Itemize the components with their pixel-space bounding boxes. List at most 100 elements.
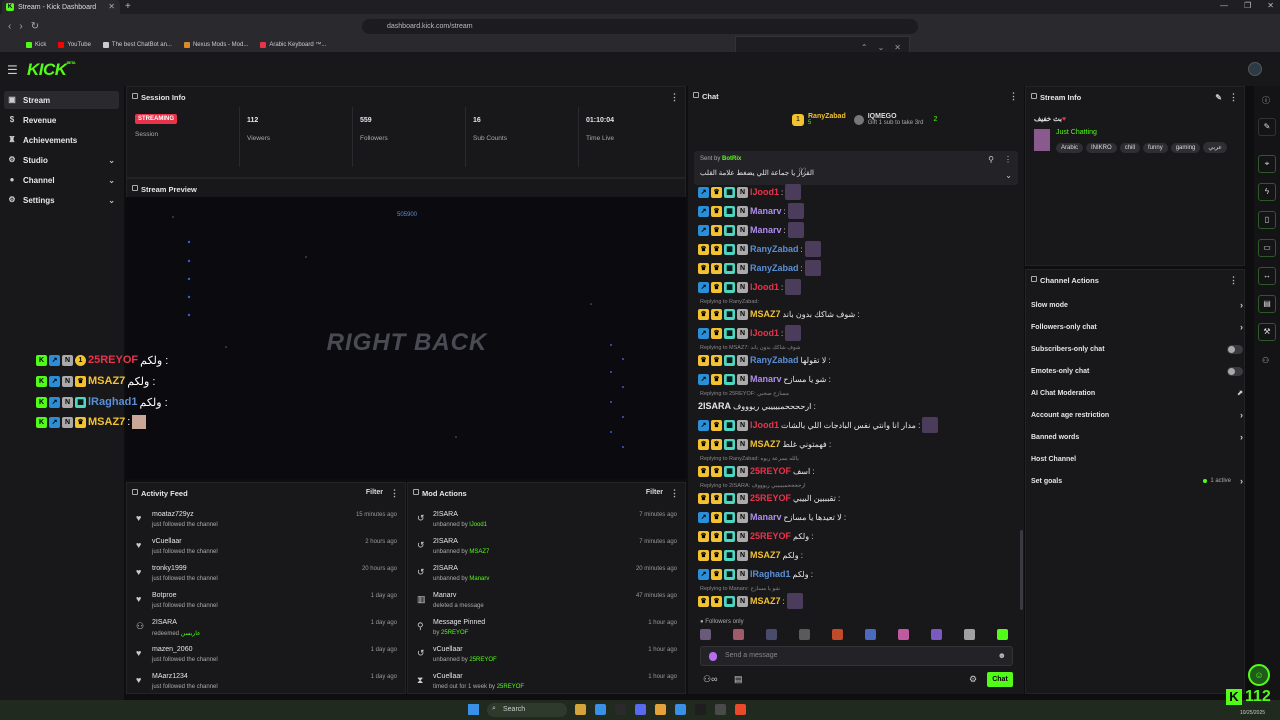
channel-action-ai-chat-moderation[interactable]: AI Chat Moderation ⬈ <box>1031 384 1243 402</box>
channel-action-emotes-only-chat[interactable]: Emotes-only chat <box>1031 362 1243 380</box>
activity-username[interactable]: mazen_2060 <box>152 646 192 653</box>
chat-message[interactable]: ♛ ♛ ▦ N RanyZabad لا تقولها : <box>698 352 831 368</box>
more-icon[interactable]: ⋮ <box>390 488 399 499</box>
chat-message[interactable]: ♛ ♛ ▦ N RanyZabad: <box>698 241 821 257</box>
activity-filter-button[interactable]: Filter <box>366 489 383 496</box>
stream-tag[interactable]: عربي <box>1203 142 1227 153</box>
activity-row[interactable]: ⚇ 2ISARA redeemed عاريسن 1 day ago <box>127 617 405 644</box>
chat-username[interactable]: MSAZ7 <box>750 309 781 319</box>
new-tab-icon[interactable]: + <box>125 1 131 12</box>
mod-target[interactable]: 2ISARA <box>433 538 458 545</box>
mod-target[interactable]: vCuellaar <box>433 646 463 653</box>
channel-action-account-age-restriction[interactable]: Account age restriction › <box>1031 406 1243 424</box>
chat-username[interactable]: 25REYOF <box>750 493 791 503</box>
activity-row[interactable]: ♥ tronky1999 just followed the channel 20 h… <box>127 563 405 590</box>
crosshair-tool-icon[interactable]: ⌖ <box>1258 155 1276 173</box>
taskbar-app-icon[interactable] <box>715 704 726 715</box>
edit-tool-icon[interactable]: ✎ <box>1258 118 1276 136</box>
emote-icon[interactable] <box>832 629 843 640</box>
mic-icon[interactable] <box>709 652 717 661</box>
chat-message[interactable]: ↗ ♛ ▦ N Manarv شو يا مسازح : <box>698 371 831 387</box>
chat-message[interactable]: ♛ ♛ ▦ N 25REYOF تقبببين البيبي : <box>698 490 840 506</box>
taskbar-app-icon[interactable] <box>695 704 706 715</box>
chat-scrollbar[interactable] <box>1020 530 1023 610</box>
chat-message[interactable]: ↗ ♛ ▦ NlRaghad1 ولكم : <box>698 566 813 582</box>
stream-tag[interactable]: INIKRO <box>1086 143 1117 153</box>
sidebar-item-revenue[interactable]: $ Revenue <box>4 111 119 129</box>
menu-icon[interactable]: ☰ <box>7 63 18 77</box>
sidebar-item-channel[interactable]: ● Channel ⌄ <box>4 171 119 189</box>
taskbar-app-icon[interactable] <box>595 704 606 715</box>
mod-filter-button[interactable]: Filter <box>646 489 663 496</box>
trash-tool-icon[interactable]: ▯ <box>1258 211 1276 229</box>
chat-username[interactable]: RanyZabad <box>750 244 799 254</box>
activity-row[interactable]: ♥ Botproe just followed the channel 1 day a… <box>127 590 405 617</box>
chat-message[interactable]: ♛ ♛ ▦ N MSAZ7 ولكم : <box>698 547 803 563</box>
taskbar-app-icon[interactable] <box>575 704 586 715</box>
activity-row[interactable]: ♥ mazen_2060 just followed the channel 1 da… <box>127 644 405 671</box>
sidebar-item-studio[interactable]: ⚙ Studio ⌄ <box>4 151 119 169</box>
edit-icon[interactable]: ✎ <box>1215 93 1222 102</box>
chat-message[interactable]: ↗ ♛ ▦ N Manarv: <box>698 203 804 219</box>
activity-username[interactable]: tronky1999 <box>152 565 187 572</box>
channel-action-banned-words[interactable]: Banned words › <box>1031 428 1243 446</box>
chat-username[interactable]: RanyZabad <box>750 263 799 273</box>
toggle-switch[interactable] <box>1227 366 1243 376</box>
bookmark-1[interactable]: YouTube <box>58 42 91 48</box>
mod-action-row[interactable]: ⚲ Message Pinned by 25REYOF 1 hour ago <box>408 617 685 644</box>
bookmark-0[interactable]: Kick <box>26 42 46 48</box>
mod-action-row[interactable]: ▥ Manarv deleted a message 47 minutes ago <box>408 590 685 617</box>
chat-username[interactable]: Manarv <box>750 206 782 216</box>
activity-row[interactable]: ♥ vCuellaar just followed the channel 2 hou… <box>127 536 405 563</box>
bookmark-2[interactable]: The best ChatBot an... <box>102 42 172 48</box>
activity-username[interactable]: Botproe <box>152 592 177 599</box>
stream-preview-video[interactable]: 505900 RIGHT BACK <box>126 197 686 479</box>
stream-tag[interactable]: gaming <box>1170 143 1201 153</box>
category-link[interactable]: Just Chatting <box>1056 129 1097 136</box>
activity-row[interactable]: ♥ MAarz1234 just followed the channel 1 day… <box>127 671 405 698</box>
more-icon[interactable]: ⋮ <box>1229 92 1238 103</box>
chat-username[interactable]: RanyZabad <box>750 355 799 365</box>
chat-message[interactable]: ♛ ♛ ▦ N MSAZ7 شوف شاكك بدون باند : <box>698 306 860 322</box>
chat-username[interactable]: MSAZ7 <box>750 439 781 449</box>
chat-username[interactable]: 25REYOF <box>750 531 791 541</box>
activity-username[interactable]: MAarz1234 <box>152 673 188 680</box>
chevron-down-icon[interactable]: ⌄ <box>1005 171 1012 180</box>
emote-icon[interactable] <box>964 629 975 640</box>
emote-icon[interactable] <box>997 629 1008 640</box>
stream-tag[interactable]: chill <box>1119 143 1141 153</box>
chat-username[interactable]: Manarv <box>750 512 782 522</box>
wrench-tool-icon[interactable]: ⚒ <box>1258 323 1276 341</box>
channel-action-set-goals[interactable]: Set goals 1 active › <box>1031 472 1243 490</box>
bookmark-3[interactable]: Nexus Mods - Mod... <box>183 42 248 48</box>
channel-action-slow-mode[interactable]: Slow mode › <box>1031 296 1243 314</box>
sidebar-item-settings[interactable]: ⚙ Settings ⌄ <box>4 191 119 209</box>
taskbar-app-icon[interactable] <box>675 704 686 715</box>
layout-tool-icon[interactable]: ▤ <box>1258 295 1276 313</box>
chat-message[interactable]: ♛ ♛ ▦ N MSAZ7 فهمتوني غلط : <box>698 436 831 452</box>
stream-tag[interactable]: funny <box>1143 143 1168 153</box>
activity-username[interactable]: 2ISARA <box>152 619 177 626</box>
activity-username[interactable]: vCuellaar <box>152 538 182 545</box>
chat-username[interactable]: Manarv <box>750 374 782 384</box>
activity-row[interactable]: ♥ moataz729yz just followed the channel 15 … <box>127 509 405 536</box>
chat-message[interactable]: ♛ ♛ ▦ N MSAZ7: <box>698 593 803 609</box>
chat-username[interactable]: MSAZ7 <box>750 550 781 560</box>
more-icon[interactable]: ⋮ <box>1004 155 1012 164</box>
more-icon[interactable]: ⋮ <box>670 92 679 103</box>
kick-logo[interactable]: KICKBETA <box>27 60 76 80</box>
chat-username[interactable]: 2ISARA <box>698 401 731 411</box>
chat-message[interactable]: ♛ ♛ ▦ N RanyZabad: <box>698 260 821 276</box>
emote-icon[interactable] <box>931 629 942 640</box>
browser-tab[interactable]: K Stream - Kick Dashboard ✕ <box>2 0 120 14</box>
taskbar-app-icon[interactable] <box>615 704 626 715</box>
chat-username[interactable]: 25REYOF <box>750 466 791 476</box>
category-thumbnail[interactable] <box>1034 129 1050 151</box>
chat-message[interactable]: ♛ ♛ ▦ N 25REYOF اسف : <box>698 463 815 479</box>
pin-icon[interactable]: ⚲ <box>988 155 994 164</box>
chat-username[interactable]: lRaghad1 <box>750 569 791 579</box>
forward-icon[interactable]: › <box>19 21 22 32</box>
channel-action-host-channel[interactable]: Host Channel <box>1031 450 1243 468</box>
windows-start-icon[interactable] <box>468 704 479 715</box>
expand-tool-icon[interactable]: ↔ <box>1258 267 1276 285</box>
